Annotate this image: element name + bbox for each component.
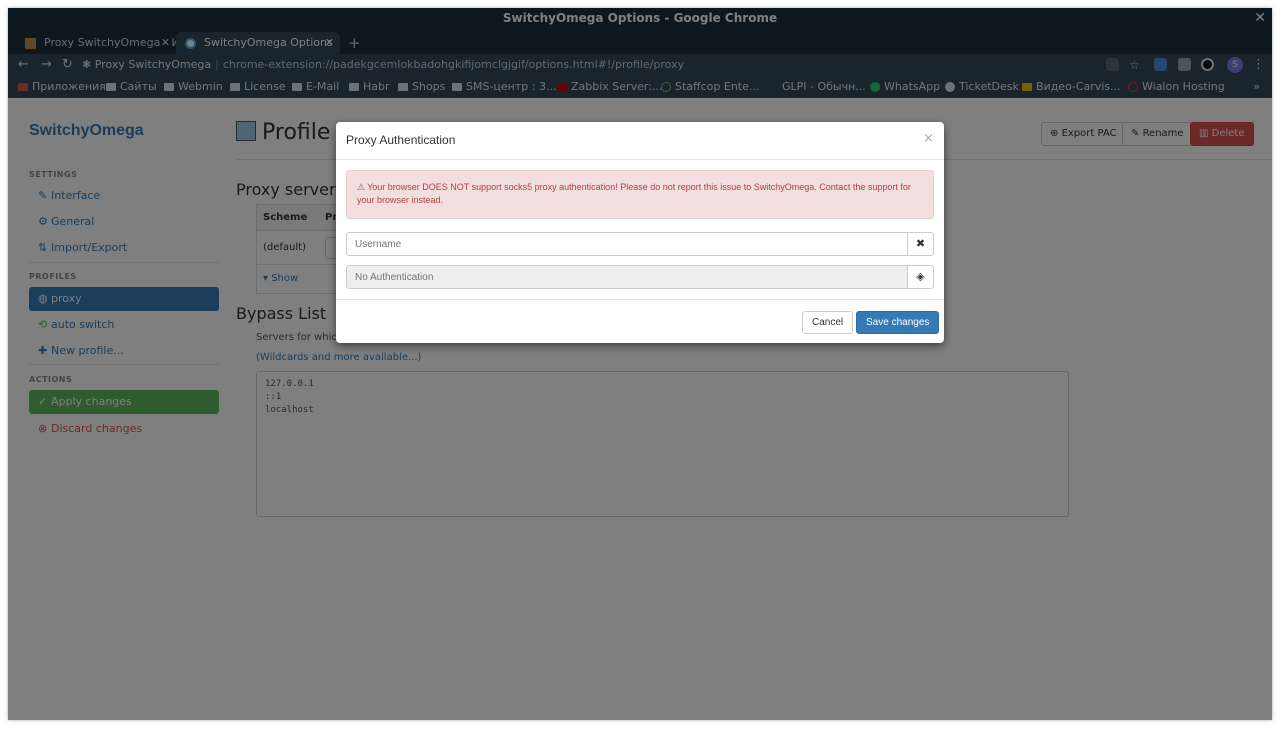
username-input[interactable]	[346, 232, 908, 256]
modal-close-icon[interactable]: ×	[923, 131, 934, 146]
warning-icon: ⚠	[357, 182, 366, 192]
socks5-warning-alert: ⚠ Your browser DOES NOT support socks5 pr…	[346, 170, 934, 219]
modal-header: Proxy Authentication ×	[336, 122, 944, 160]
modal-footer: Cancel Save changes	[336, 299, 944, 343]
proxy-auth-modal: Proxy Authentication × ⚠ Your browser DOE…	[336, 122, 944, 343]
alert-text: Your browser DOES NOT support socks5 pro…	[357, 182, 911, 205]
eye-slash-icon[interactable]: ◈	[907, 265, 934, 289]
save-changes-button[interactable]: Save changes	[856, 311, 940, 334]
password-input[interactable]	[346, 265, 908, 289]
clear-icon[interactable]: ✖	[907, 232, 934, 256]
modal-backdrop[interactable]	[8, 8, 1272, 720]
cancel-button[interactable]: Cancel	[802, 311, 854, 334]
modal-title: Proxy Authentication	[346, 133, 456, 147]
browser-window: SwitchyOmega Options - Google Chrome ✕ P…	[8, 8, 1272, 720]
